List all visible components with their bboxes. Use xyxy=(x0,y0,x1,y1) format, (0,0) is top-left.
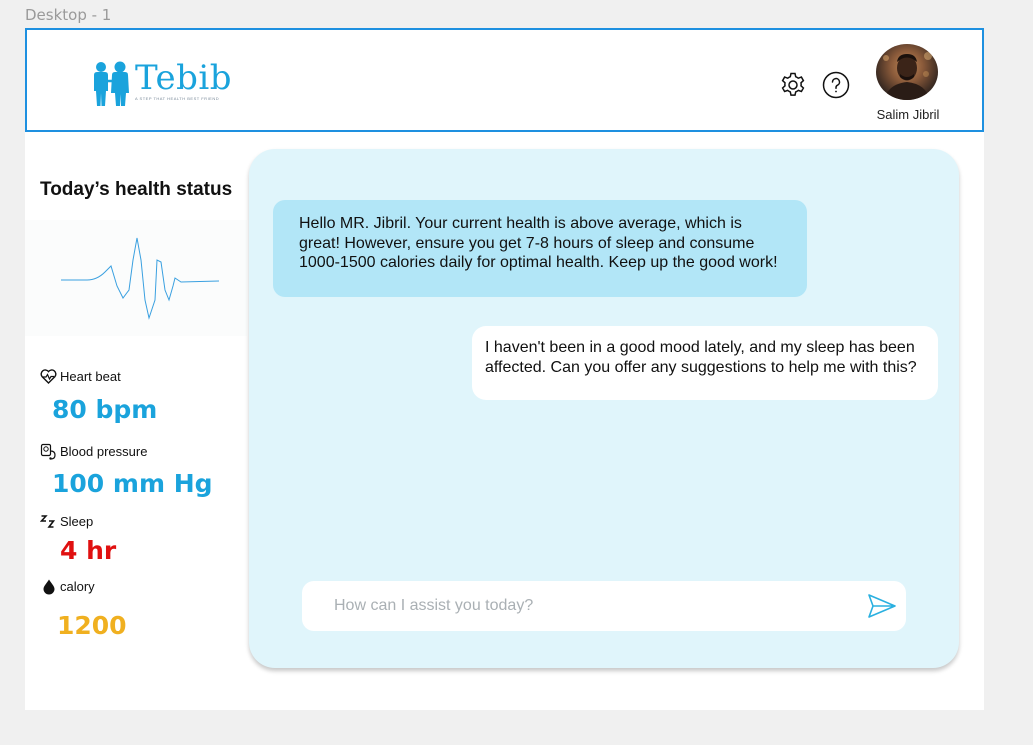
desktop-artboard: Tebib A STEP THAT HEALTH BEST FRIEND Sal… xyxy=(25,28,984,710)
user-message: I haven't been in a good mood lately, an… xyxy=(472,326,938,400)
sleep-value: 4 hr xyxy=(60,536,117,565)
stat-label-text: Blood pressure xyxy=(60,444,148,459)
blood-pressure-value: 100 mm Hg xyxy=(52,469,213,498)
gear-icon[interactable] xyxy=(779,71,807,99)
chat-panel: Hello MR. Jibril. Your current health is… xyxy=(249,149,959,668)
send-icon[interactable] xyxy=(867,593,897,619)
stat-blood-pressure: Blood pressure xyxy=(40,443,147,460)
stat-label-text: calory xyxy=(60,579,95,594)
logo-tagline: A STEP THAT HEALTH BEST FRIEND xyxy=(135,96,220,101)
avatar-portrait-icon xyxy=(883,52,932,100)
family-logo-icon xyxy=(94,61,129,106)
chat-input-box xyxy=(302,581,906,631)
calory-value: 1200 xyxy=(57,611,127,640)
assistant-message: Hello MR. Jibril. Your current health is… xyxy=(273,200,807,297)
heart-beat-value: 80 bpm xyxy=(52,395,158,424)
drop-icon xyxy=(43,579,55,595)
frame-label: Desktop - 1 xyxy=(25,6,112,24)
help-icon[interactable] xyxy=(822,71,850,99)
heart-pulse-icon xyxy=(40,369,57,384)
ecg-graph xyxy=(25,220,247,336)
chat-input[interactable] xyxy=(320,581,878,631)
sleep-icon xyxy=(40,515,56,528)
stat-label-text: Sleep xyxy=(60,514,94,529)
stat-heart-beat: Heart beat xyxy=(40,368,121,385)
stat-calory: calory xyxy=(40,578,95,595)
stat-sleep: Sleep xyxy=(40,513,93,530)
logo-name: Tebib xyxy=(135,58,233,98)
stat-label-text: Heart beat xyxy=(60,369,121,384)
top-header: Tebib A STEP THAT HEALTH BEST FRIEND Sal… xyxy=(25,28,984,132)
user-name: Salim Jibril xyxy=(876,107,940,122)
health-status-title: Today’s health status xyxy=(40,179,233,200)
ecg-waveform-icon xyxy=(61,237,220,320)
logo[interactable]: Tebib A STEP THAT HEALTH BEST FRIEND xyxy=(91,61,232,107)
blood-pressure-icon xyxy=(40,443,56,460)
avatar[interactable] xyxy=(876,44,938,100)
